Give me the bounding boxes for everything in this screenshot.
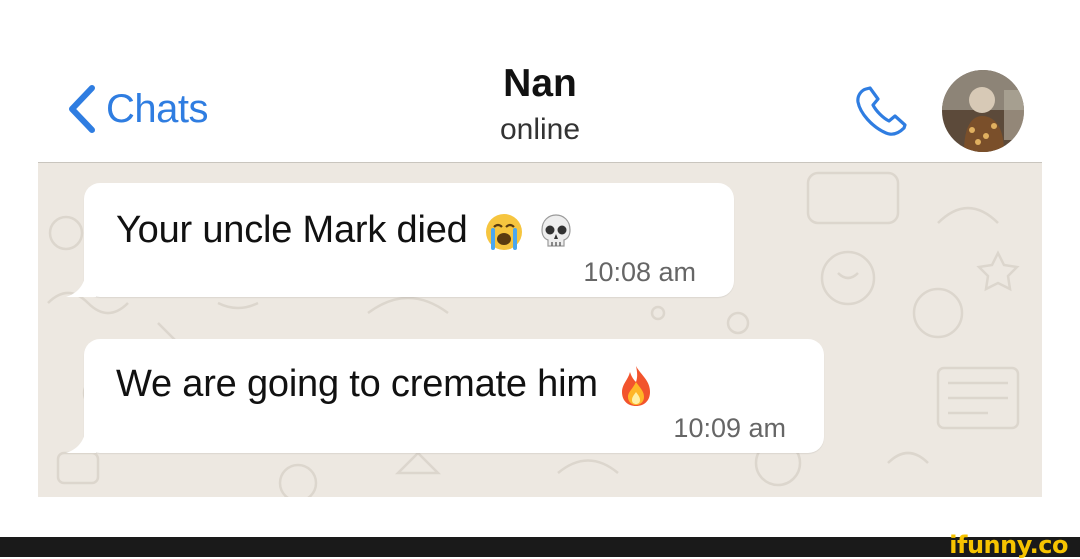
message-bubble[interactable]: Your uncle Mark died 10:08 am xyxy=(66,183,734,297)
skull-emoji xyxy=(536,212,576,252)
message-time: 10:08 am xyxy=(583,257,696,287)
avatar[interactable] xyxy=(942,70,1024,152)
fire-emoji xyxy=(616,364,656,408)
chat-area[interactable]: Your uncle Mark died 10:08 am We are goi… xyxy=(38,163,1042,497)
chat-header: Chats Nan online xyxy=(38,0,1042,162)
bubble-tail xyxy=(66,429,96,453)
message-text-content: We are going to cremate him xyxy=(116,363,598,405)
phone-icon xyxy=(856,86,907,136)
avatar-photo xyxy=(942,70,1024,152)
message-bubble[interactable]: We are going to cremate him 10:09 am xyxy=(66,339,824,453)
message-time: 10:09 am xyxy=(673,413,786,443)
bubble-tail xyxy=(66,273,96,297)
message-text: Your uncle Mark died xyxy=(116,209,576,252)
message-text: We are going to cremate him xyxy=(116,363,656,408)
voice-call-button[interactable] xyxy=(852,83,912,139)
footer-bar: ifunny.co xyxy=(0,531,1080,559)
message-text-content: Your uncle Mark died xyxy=(116,209,468,251)
loudly-crying-face-emoji xyxy=(484,212,524,252)
watermark: ifunny.co xyxy=(949,531,1068,559)
